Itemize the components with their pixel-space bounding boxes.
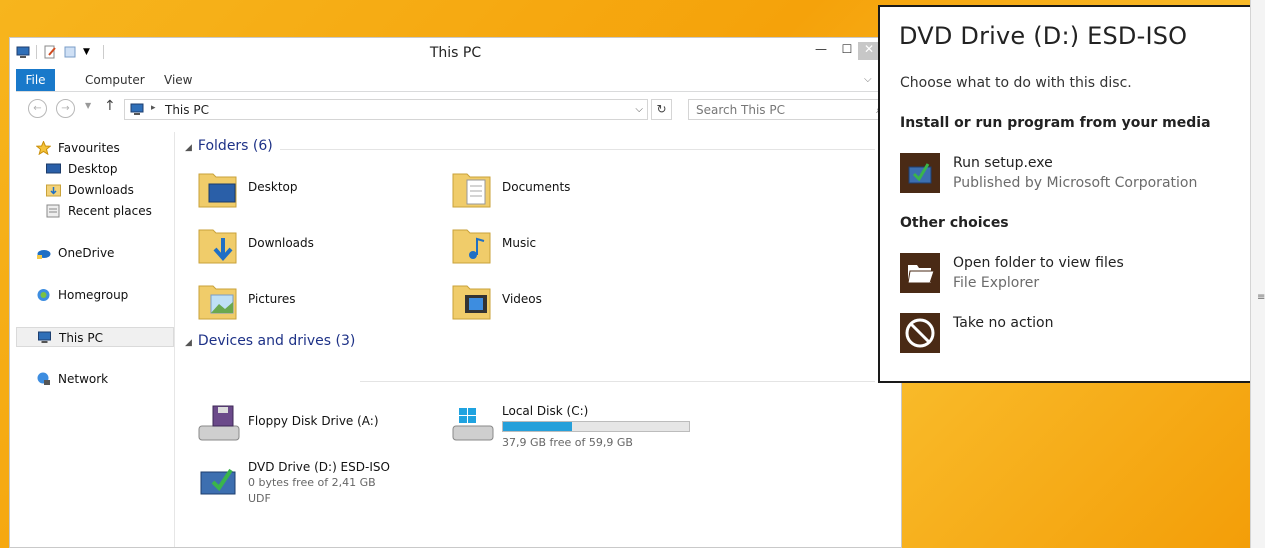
navigation-bar: ← → ▼ ↑ ▸ This PC ⌵ ↻ Search This PC ⌕ <box>16 97 901 123</box>
devices-group-header[interactable]: ◢ Devices and drives (3) <box>185 333 355 353</box>
address-text: This PC <box>165 103 209 117</box>
autoplay-flyout: DVD Drive (D:) ESD-ISO Choose what to do… <box>878 5 1252 383</box>
music-folder-icon <box>451 222 495 266</box>
up-arrow-icon[interactable]: ↑ <box>104 98 116 114</box>
no-action-icon <box>900 313 940 353</box>
sidebar-item-network[interactable]: Network <box>16 369 174 389</box>
search-placeholder: Search This PC <box>696 103 785 117</box>
sidebar-item-recent-places[interactable]: Recent places <box>16 201 174 221</box>
documents-folder-icon <box>451 166 495 210</box>
autoplay-title: DVD Drive (D:) ESD-ISO <box>899 22 1188 50</box>
downloads-folder-icon <box>46 183 61 197</box>
maximize-button[interactable]: ☐ <box>836 42 858 60</box>
sidebar-item-this-pc[interactable]: This PC <box>16 327 174 347</box>
computer-icon <box>129 103 145 120</box>
capacity-bar-fill <box>503 422 572 431</box>
search-input[interactable]: Search This PC ⌕ <box>688 99 888 120</box>
address-bar[interactable]: ▸ This PC ⌵ <box>124 99 648 120</box>
recent-places-icon <box>46 204 61 218</box>
navigation-pane: Favourites Desktop Downloads Recent plac… <box>16 132 175 547</box>
desktop-folder-icon <box>197 166 241 210</box>
sidebar-item-desktop[interactable]: Desktop <box>16 159 174 179</box>
folder-tile-videos[interactable]: Videos <box>451 274 691 326</box>
close-button[interactable]: ✕ <box>858 42 880 60</box>
option-take-no-action[interactable]: Take no action <box>900 313 1230 355</box>
tab-file[interactable]: File <box>16 69 55 91</box>
screen-edge-scrollbar[interactable]: ≡ <box>1250 0 1265 548</box>
minimize-button[interactable]: — <box>810 42 832 60</box>
group-divider <box>360 381 875 382</box>
floppy-drive-icon <box>197 402 241 446</box>
grip-icon: ≡ <box>1257 292 1265 303</box>
autoplay-description: Choose what to do with this disc. <box>900 75 1132 91</box>
star-icon <box>35 140 52 156</box>
recent-locations-icon[interactable]: ▼ <box>85 101 91 110</box>
downloads-folder-icon <box>197 222 241 266</box>
videos-folder-icon <box>451 278 495 322</box>
ribbon-divider <box>16 91 887 92</box>
title-bar: ▼ This PC — ☐ ✕ <box>10 38 901 68</box>
breadcrumb-chevron-icon[interactable]: ▸ <box>151 103 156 113</box>
desktop-icon <box>46 162 61 176</box>
dvd-drive-icon <box>197 458 241 502</box>
option-run-setup[interactable]: Run setup.exe Published by Microsoft Cor… <box>900 153 1230 195</box>
address-dropdown-icon[interactable]: ⌵ <box>635 104 643 115</box>
option-open-folder[interactable]: Open folder to view files File Explorer <box>900 253 1230 295</box>
window-title: This PC <box>429 45 482 61</box>
computer-icon <box>37 331 52 345</box>
folders-group-header[interactable]: ◢ Folders (6) <box>185 138 273 158</box>
collapse-triangle-icon[interactable]: ◢ <box>185 338 192 348</box>
back-icon[interactable]: ← <box>28 99 47 118</box>
drive-tile-floppy[interactable]: Floppy Disk Drive (A:) <box>197 398 437 450</box>
folder-tile-documents[interactable]: Documents <box>451 162 691 214</box>
network-icon <box>36 372 51 386</box>
sidebar-item-downloads[interactable]: Downloads <box>16 180 174 200</box>
drive-tile-local-disk-c[interactable]: Local Disk (C:) 37,9 GB free of 59,9 GB <box>451 398 711 450</box>
folder-tile-desktop[interactable]: Desktop <box>197 162 437 214</box>
folder-tile-downloads[interactable]: Downloads <box>197 218 437 270</box>
section-other-heading: Other choices <box>900 215 1009 231</box>
file-explorer-window: ▼ This PC — ☐ ✕ File Computer View ⌵ ← →… <box>9 37 902 548</box>
tab-computer[interactable]: Computer <box>77 69 153 91</box>
expand-ribbon-icon[interactable]: ⌵ <box>856 69 880 91</box>
homegroup-icon <box>36 288 51 302</box>
onedrive-icon <box>36 246 51 260</box>
refresh-button[interactable]: ↻ <box>651 99 672 120</box>
capacity-bar <box>502 421 690 432</box>
folder-tile-pictures[interactable]: Pictures <box>197 274 437 326</box>
windows-drive-icon <box>451 402 495 446</box>
tab-view[interactable]: View <box>156 69 200 91</box>
folder-open-icon <box>900 253 940 293</box>
ribbon-tabs: File Computer View ⌵ <box>16 69 901 91</box>
collapse-triangle-icon[interactable]: ◢ <box>185 143 192 153</box>
forward-icon[interactable]: → <box>56 99 75 118</box>
folder-tile-music[interactable]: Music <box>451 218 691 270</box>
sidebar-item-favourites[interactable]: Favourites <box>16 138 174 158</box>
content-pane: ◢ Folders (6) Desktop Documents Downloads <box>175 132 875 547</box>
group-divider <box>280 149 875 150</box>
setup-icon <box>900 153 940 193</box>
drive-tile-dvd-d[interactable]: DVD Drive (D:) ESD-ISO 0 bytes free of 2… <box>197 454 437 506</box>
sidebar-item-homegroup[interactable]: Homegroup <box>16 285 174 305</box>
sidebar-item-onedrive[interactable]: OneDrive <box>16 243 174 263</box>
pictures-folder-icon <box>197 278 241 322</box>
section-install-heading: Install or run program from your media <box>900 115 1211 131</box>
